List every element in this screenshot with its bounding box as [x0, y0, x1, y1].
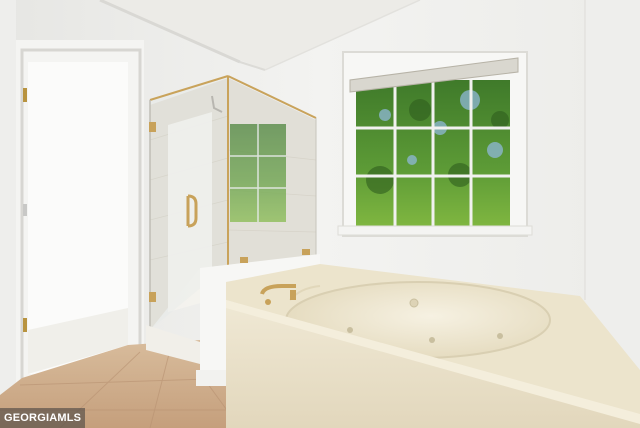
jet-nozzle	[429, 337, 435, 343]
door-latch	[23, 204, 27, 216]
glass-hinge-bottom	[149, 292, 156, 302]
jet-nozzle	[347, 327, 353, 333]
tub-drain	[409, 298, 419, 308]
bathroom-photo: GEORGIAMLS	[0, 0, 640, 428]
bathroom-illustration	[0, 0, 640, 428]
faucet-handle[interactable]	[290, 290, 296, 300]
watermark-label: GEORGIAMLS	[0, 408, 86, 428]
glass-hinge-top	[149, 122, 156, 132]
jet-nozzle	[497, 333, 503, 339]
window-sill	[337, 225, 533, 236]
door-hinge-top	[23, 88, 27, 102]
door-hinge-bottom	[23, 318, 27, 332]
